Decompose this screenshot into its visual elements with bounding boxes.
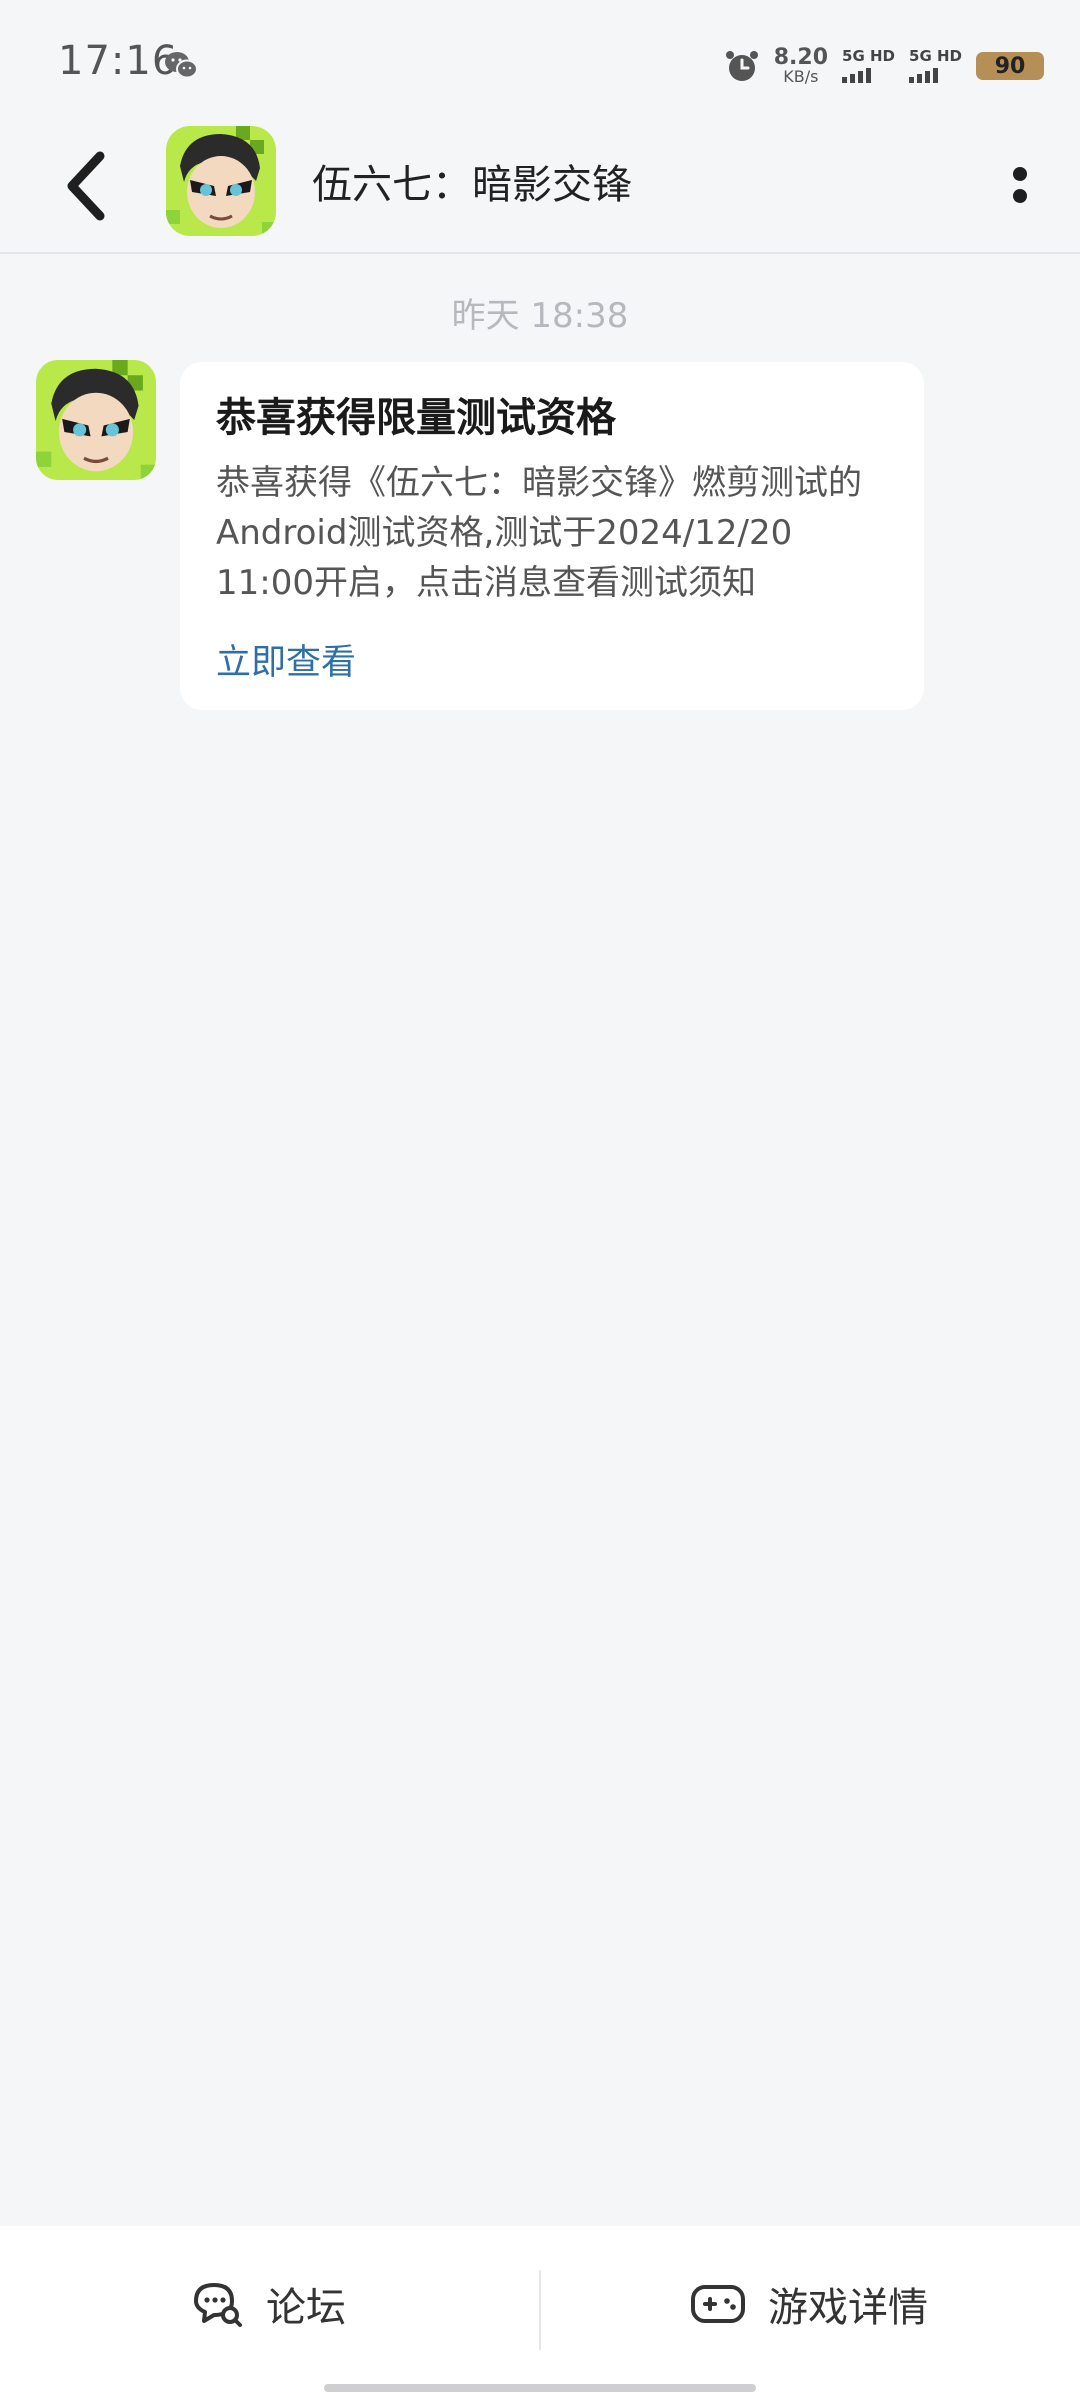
wechat-icon: [165, 52, 198, 79]
sim2-signal: 5G HD: [909, 49, 962, 83]
app-root: 17:16 8.20 KB/s 5G HD 5G HD 90 伍六七：暗影交锋 …: [0, 0, 1080, 2400]
back-arrow-icon[interactable]: [56, 146, 120, 226]
view-now-link[interactable]: 立即查看: [216, 634, 888, 685]
network-speed-unit: KB/s: [783, 67, 819, 86]
status-right-group: 8.20 KB/s 5G HD 5G HD 90: [724, 44, 1044, 88]
game-avatar[interactable]: [166, 126, 276, 236]
game-details-label: 游戏详情: [768, 2285, 928, 2331]
message-timestamp: 昨天 18:38: [451, 296, 629, 336]
home-indicator[interactable]: [324, 2384, 756, 2392]
bottom-divider: [539, 2270, 541, 2350]
network-speed-value: 8.20: [773, 45, 829, 70]
chat-title: 伍六七：暗影交锋: [312, 162, 632, 208]
signal-icon: [842, 67, 872, 83]
sender-avatar[interactable]: [36, 360, 156, 480]
sim1-label: 5G HD: [842, 47, 896, 65]
message-title: 恭喜获得限量测试资格: [216, 395, 616, 441]
gamepad-icon: [691, 2285, 745, 2323]
network-speed: 8.20 KB/s: [774, 47, 828, 85]
status-bar: 17:16 8.20 KB/s 5G HD 5G HD 90: [0, 0, 1080, 120]
status-time: 17:16: [58, 38, 179, 84]
game-details-button[interactable]: 游戏详情: [690, 2254, 928, 2354]
signal-icon: [909, 67, 939, 83]
more-dots-icon[interactable]: [990, 150, 1050, 220]
battery-level: 90: [994, 53, 1026, 79]
forum-button[interactable]: 论坛: [190, 2254, 346, 2354]
battery-icon: 90: [976, 52, 1044, 80]
forum-label: 论坛: [266, 2285, 346, 2331]
sim2-label: 5G HD: [909, 47, 962, 65]
forum-chat-icon: [194, 2283, 242, 2327]
alarm-icon: [725, 51, 758, 81]
message-card[interactable]: 恭喜获得限量测试资格 恭喜获得《伍六七：暗影交锋》燃剪测试的Android测试资…: [180, 362, 924, 710]
message-body: 恭喜获得《伍六七：暗影交锋》燃剪测试的Android测试资格,测试于2024/1…: [216, 463, 862, 603]
bottom-bar: 论坛 游戏详情: [0, 2226, 1080, 2400]
chat-header: 伍六七：暗影交锋: [0, 120, 1080, 254]
sim1-signal: 5G HD: [842, 49, 895, 83]
